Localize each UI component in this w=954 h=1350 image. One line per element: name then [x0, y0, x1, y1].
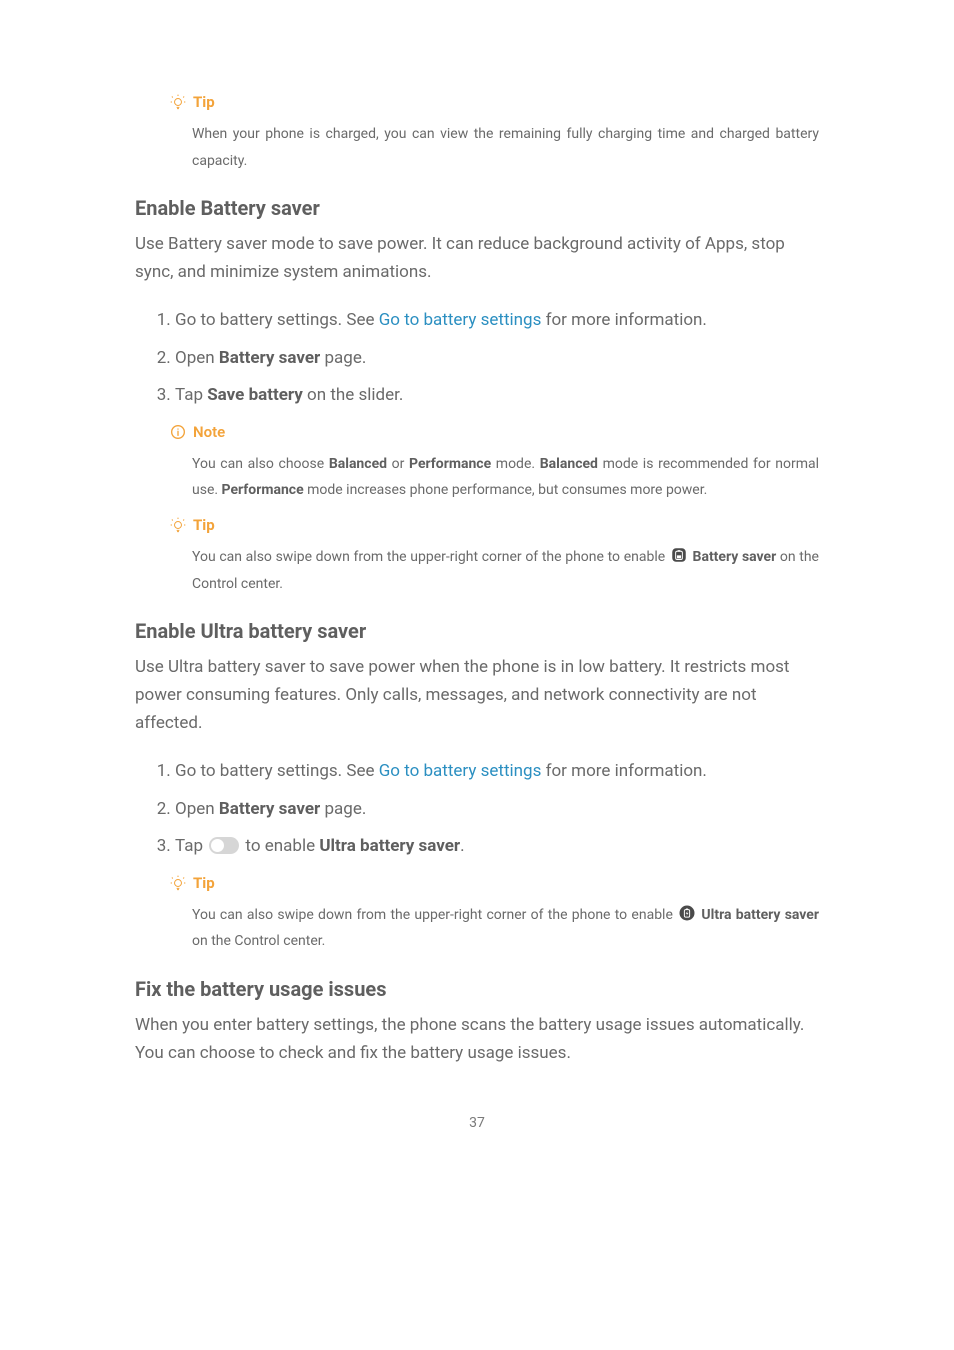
toggle-off-icon	[209, 837, 239, 854]
text: on the Control center.	[192, 933, 325, 949]
text: or	[387, 456, 409, 472]
text-bold: Ultra battery saver	[701, 907, 819, 923]
note-body: You can also choose Balanced or Performa…	[170, 451, 819, 504]
step-text: to enable	[241, 836, 319, 856]
list-item: Go to battery settings. See Go to batter…	[175, 753, 819, 791]
heading-enable-battery-saver: Enable Battery saver	[135, 196, 819, 220]
section1-steps: Go to battery settings. See Go to batter…	[135, 302, 819, 415]
step-text: Tap	[175, 385, 207, 405]
section3-intro: When you enter battery settings, the pho…	[135, 1011, 819, 1067]
text: mode.	[491, 456, 540, 472]
section2-intro: Use Ultra battery saver to save power wh…	[135, 653, 819, 737]
tip-body: You can also swipe down from the upper-r…	[170, 544, 819, 597]
list-item: Open Battery saver page.	[175, 791, 819, 829]
heading-enable-ultra-battery-saver: Enable Ultra battery saver	[135, 619, 819, 643]
list-item: Open Battery saver page.	[175, 340, 819, 378]
step-bold: Battery saver	[219, 799, 320, 819]
heading-fix-battery-usage: Fix the battery usage issues	[135, 977, 819, 1001]
callout-header: Tip	[170, 874, 819, 892]
step-bold: Battery saver	[219, 348, 320, 368]
lightbulb-icon	[170, 875, 186, 891]
tip-body: When your phone is charged, you can view…	[170, 121, 819, 174]
step-text: Open	[175, 799, 219, 819]
step-text: page.	[320, 799, 366, 819]
note-label: Note	[193, 423, 225, 441]
text: You can also choose	[192, 456, 329, 472]
list-item: Go to battery settings. See Go to batter…	[175, 302, 819, 340]
text: You can also swipe down from the upper-r…	[192, 907, 677, 923]
text-bold: Performance	[409, 456, 491, 472]
battery-saver-icon	[670, 546, 688, 564]
text-bold: Battery saver	[693, 549, 777, 565]
link-go-to-battery-settings[interactable]: Go to battery settings	[379, 761, 542, 781]
step-text: for more information.	[541, 310, 707, 330]
text: mode increases phone performance, but co…	[304, 482, 708, 498]
lightbulb-icon	[170, 517, 186, 533]
page-content: Tip When your phone is charged, you can …	[0, 0, 954, 1161]
step-text: Tap	[175, 836, 207, 856]
info-icon	[170, 424, 186, 440]
step-bold: Save battery	[207, 385, 303, 405]
callout-header: Tip	[170, 516, 819, 534]
step-text: Open	[175, 348, 219, 368]
lightbulb-icon	[170, 94, 186, 110]
step-text: Go to battery settings. See	[175, 761, 379, 781]
text-bold: Performance	[222, 482, 304, 498]
text: You can also swipe down from the upper-r…	[192, 549, 669, 565]
tip-label: Tip	[193, 874, 215, 892]
step-text: .	[460, 836, 464, 856]
section2-steps: Go to battery settings. See Go to batter…	[135, 753, 819, 866]
callout-header: Tip	[170, 93, 819, 111]
step-text: page.	[320, 348, 366, 368]
page-number: 37	[135, 1115, 819, 1131]
step-text: Go to battery settings. See	[175, 310, 379, 330]
step-bold: Ultra battery saver	[319, 836, 460, 856]
tip-label: Tip	[193, 93, 215, 111]
step-text: for more information.	[541, 761, 707, 781]
ultra-battery-icon	[678, 904, 696, 922]
section1-intro: Use Battery saver mode to save power. It…	[135, 230, 819, 286]
tip-body: You can also swipe down from the upper-r…	[170, 902, 819, 955]
callout-header: Note	[170, 423, 819, 441]
list-item: Tap Save battery on the slider.	[175, 377, 819, 415]
tip-callout-2: Tip You can also swipe down from the upp…	[170, 516, 819, 597]
step-text: on the slider.	[303, 385, 404, 405]
tip-callout-3: Tip You can also swipe down from the upp…	[170, 874, 819, 955]
tip-callout-1: Tip When your phone is charged, you can …	[170, 93, 819, 174]
text-bold: Balanced	[540, 456, 598, 472]
list-item: Tap to enable Ultra battery saver.	[175, 828, 819, 866]
tip-label: Tip	[193, 516, 215, 534]
text-bold: Balanced	[329, 456, 387, 472]
note-callout: Note You can also choose Balanced or Per…	[170, 423, 819, 504]
link-go-to-battery-settings[interactable]: Go to battery settings	[379, 310, 542, 330]
